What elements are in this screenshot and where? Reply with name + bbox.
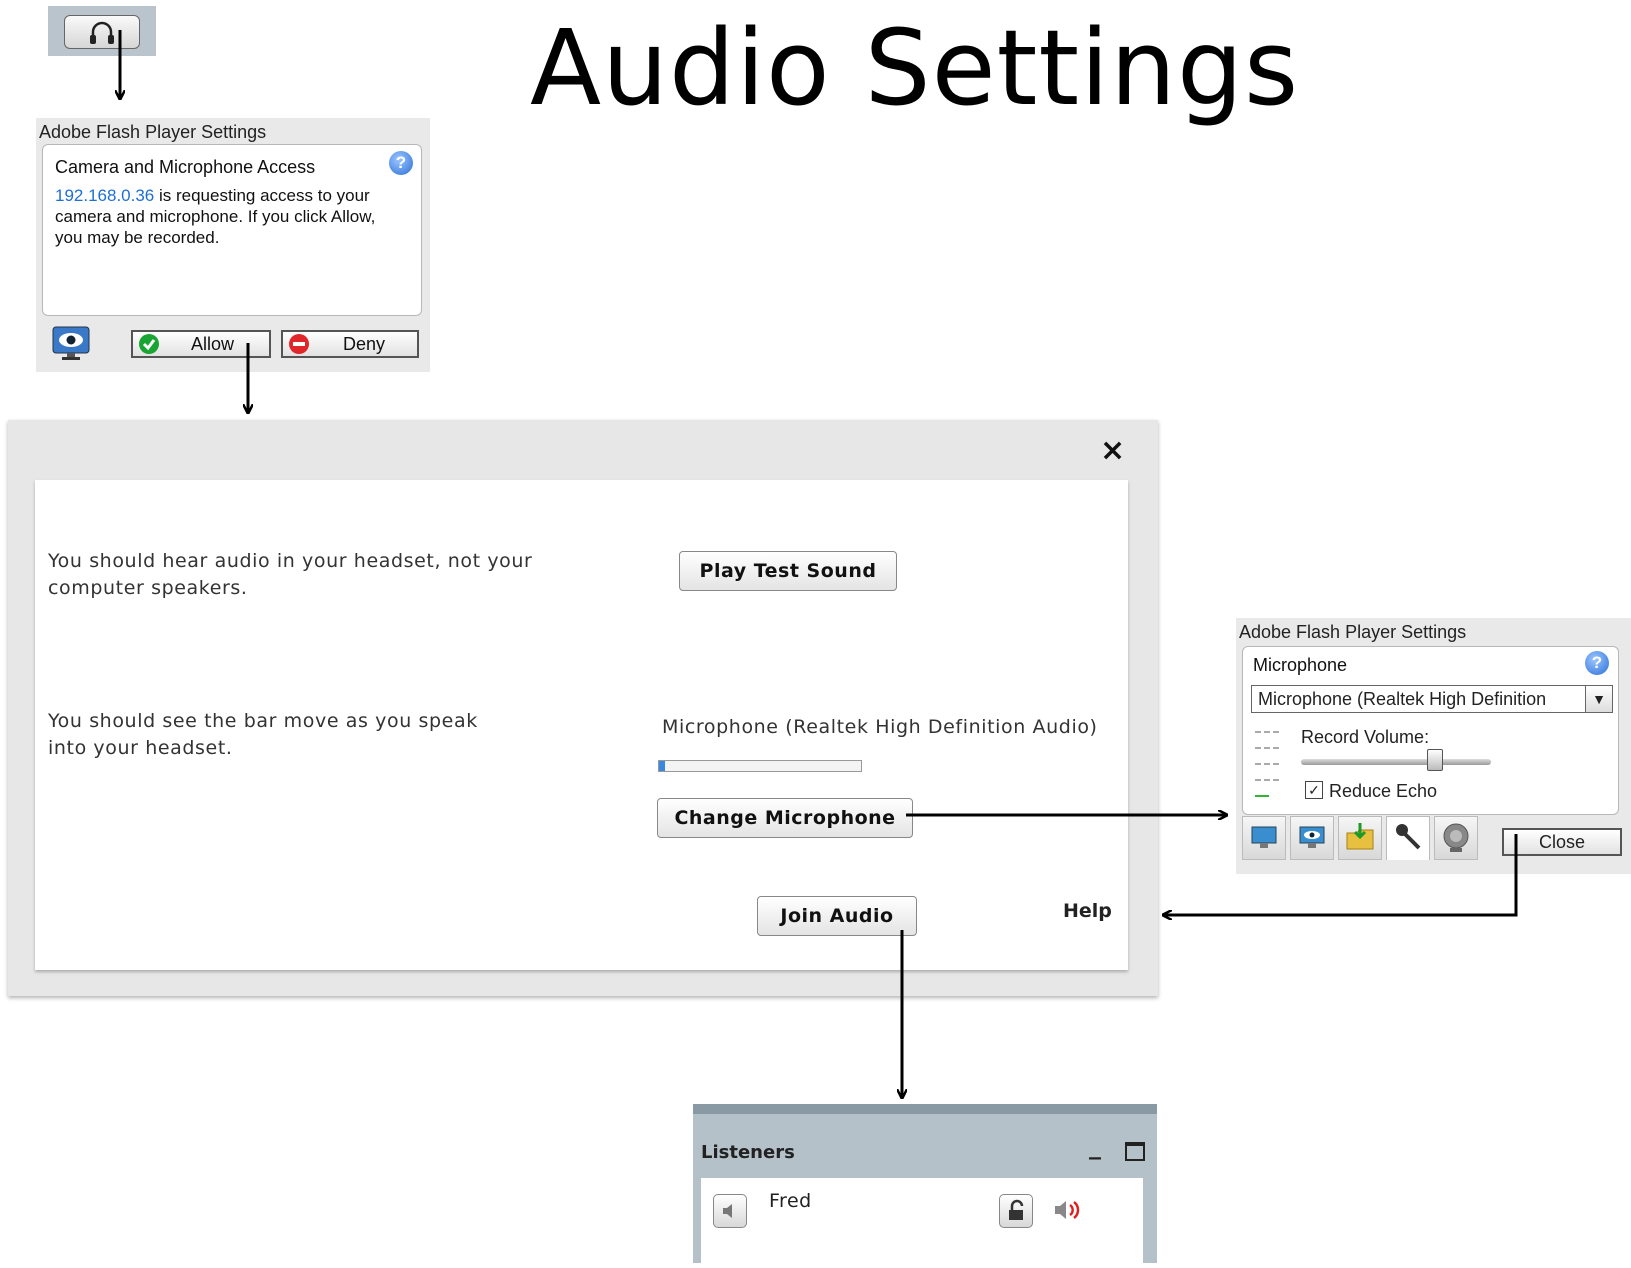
camera-icon[interactable] [1434,816,1478,860]
chevron-down-icon[interactable]: ▼ [1585,686,1612,712]
listeners-panel: Listeners _ Fred [693,1104,1157,1268]
record-volume-slider[interactable] [1301,749,1491,771]
change-microphone-button[interactable]: Change Microphone [657,798,913,838]
speaker-talking-icon [1053,1196,1089,1228]
check-mark: ✓ [1308,782,1320,798]
allow-label: Allow [191,334,235,354]
reduce-echo-checkbox[interactable]: ✓ [1305,781,1323,799]
speak-instruction: You should see the bar move as you speak… [48,710,478,759]
record-volume-label: Record Volume: [1301,727,1430,747]
check-icon [139,334,159,354]
deny-label: Deny [343,334,386,354]
speaker-mute-button[interactable] [713,1194,747,1228]
headset-button[interactable] [48,6,156,56]
close-button[interactable]: Close [1502,828,1622,856]
dialog-title: Adobe Flash Player Settings [1239,622,1467,642]
access-panel: Camera and Microphone Access ? 192.168.0… [42,144,422,316]
flash-microphone-dialog: Adobe Flash Player Settings Microphone ?… [1236,618,1631,874]
allow-button[interactable]: Allow [131,330,271,358]
panel-heading: Microphone [1253,655,1348,675]
selected-microphone: Microphone (Realtek High Definition [1258,689,1547,709]
dialog-title: Adobe Flash Player Settings [39,122,267,142]
display-icon[interactable] [1242,816,1286,860]
deny-button[interactable]: Deny [281,330,419,358]
privacy-icon[interactable] [1290,816,1334,860]
panel-heading: Camera and Microphone Access [55,157,316,177]
listeners-list: Fred [701,1178,1143,1268]
panel-title: Listeners [701,1142,795,1163]
play-test-sound-button[interactable]: Play Test Sound [679,551,897,591]
close-icon[interactable]: × [1100,436,1125,466]
microphone-level-fill [659,761,666,771]
microphone-panel: Microphone ? Microphone (Realtek High De… [1242,646,1619,815]
storage-icon[interactable] [1338,816,1382,860]
audio-settings-dialog: × You should hear audio in your headset,… [8,420,1158,996]
stop-icon [289,334,309,354]
volume-meter [1251,719,1283,809]
help-icon[interactable]: ? [389,151,413,175]
access-message: 192.168.0.36 is requesting access to you… [55,185,400,248]
listener-name: Fred [769,1190,812,1212]
microphone-icon[interactable] [1386,816,1430,860]
headset-icon [64,15,140,49]
lock-button[interactable] [999,1194,1033,1228]
help-link[interactable]: Help [1063,900,1112,922]
ip-address: 192.168.0.36 [55,186,155,205]
microphone-name: Microphone (Realtek High Definition Audi… [662,716,1098,738]
reduce-echo-label: Reduce Echo [1329,781,1438,801]
minimize-button[interactable]: _ [1089,1132,1101,1160]
audio-settings-panel: You should hear audio in your headset, n… [35,480,1128,970]
flash-access-dialog: Adobe Flash Player Settings Camera and M… [36,118,430,372]
headset-instruction: You should hear audio in your headset, n… [48,550,533,599]
microphone-select[interactable]: Microphone (Realtek High Definition ▼ [1251,685,1613,713]
camera-settings-icon[interactable] [52,326,90,360]
help-icon[interactable]: ? [1585,651,1609,675]
maximize-button[interactable] [1125,1142,1145,1161]
join-audio-button[interactable]: Join Audio [757,896,917,936]
slider-thumb[interactable] [1427,749,1443,771]
page-title: Audio Settings [530,7,1300,129]
microphone-level-bar [658,760,862,772]
